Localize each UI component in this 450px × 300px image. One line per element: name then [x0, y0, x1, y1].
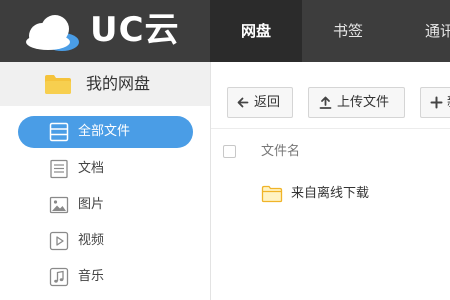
file-row[interactable]: 来自离线下载: [211, 175, 450, 213]
cloud-icon: [26, 15, 79, 51]
arrow-left-icon: [237, 97, 249, 108]
main-content: 返回 上传文件 新 文件名 来自离线下载: [211, 62, 450, 300]
sidebar-item-label: 音乐: [78, 269, 105, 284]
upload-button[interactable]: 上传文件: [308, 87, 405, 118]
back-button[interactable]: 返回: [227, 87, 293, 118]
back-button-label: 返回: [254, 95, 281, 110]
document-icon: [50, 159, 68, 179]
file-list-header: 文件名: [211, 129, 450, 175]
folder-icon: [261, 185, 283, 203]
select-all-checkbox[interactable]: [223, 145, 236, 158]
sidebar-title: 我的网盘: [86, 74, 151, 93]
tab-netdisk[interactable]: 网盘: [210, 0, 302, 62]
plus-icon: [430, 96, 443, 109]
upload-button-label: 上传文件: [337, 95, 390, 110]
all-files-icon: [49, 122, 69, 142]
tab-bookmarks[interactable]: 书签: [302, 0, 394, 62]
folder-icon: [45, 75, 71, 94]
tab-contacts[interactable]: 通讯: [394, 0, 450, 62]
music-icon: [49, 267, 69, 287]
sidebar-item-label: 图片: [78, 197, 105, 212]
sidebar-item-music[interactable]: 音乐: [18, 261, 193, 293]
new-button[interactable]: 新: [420, 87, 450, 118]
upload-icon: [319, 96, 332, 109]
sidebar-item-label: 视频: [78, 233, 105, 248]
sidebar-item-all-files[interactable]: 全部文件: [18, 116, 193, 148]
toolbar: 返回 上传文件 新: [211, 62, 450, 128]
image-icon: [49, 196, 69, 214]
sidebar-header: 我的网盘: [0, 62, 210, 106]
sidebar-item-documents[interactable]: 文档: [18, 153, 193, 185]
sidebar-item-images[interactable]: 图片: [18, 189, 193, 221]
sidebar: 我的网盘 全部文件 文档 图片 视频 音乐: [0, 62, 210, 300]
brand-name: UC云: [90, 10, 180, 50]
sidebar-item-label: 文档: [78, 161, 105, 176]
top-header: UC云 网盘 书签 通讯: [0, 0, 450, 62]
file-name: 来自离线下载: [291, 186, 370, 201]
sidebar-item-label: 全部文件: [78, 124, 131, 139]
video-icon: [49, 231, 69, 251]
column-header-filename[interactable]: 文件名: [261, 129, 300, 175]
logo[interactable]: UC云: [0, 0, 210, 62]
sidebar-item-videos[interactable]: 视频: [18, 225, 193, 257]
